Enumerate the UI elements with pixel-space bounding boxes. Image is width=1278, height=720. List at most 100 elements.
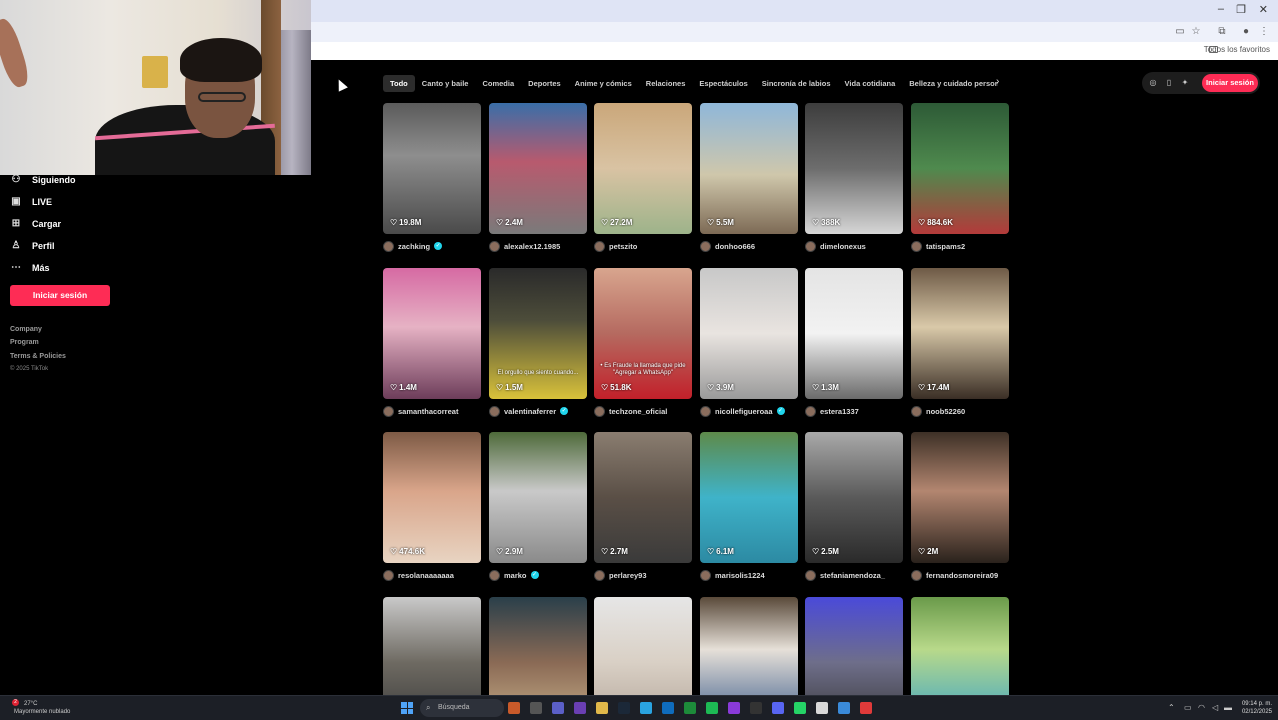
- avatar[interactable]: [700, 405, 711, 417]
- video-author[interactable]: nicollefigueroaa ✓: [700, 405, 785, 417]
- all-bookmarks-link[interactable]: Todos los favoritos: [1204, 45, 1270, 54]
- app-icon-2[interactable]: [530, 702, 542, 714]
- video-card[interactable]: ♡ 17.4M noob52260: [911, 268, 1009, 417]
- video-thumbnail[interactable]: ♡ 2M: [911, 432, 1009, 563]
- close-window-button[interactable]: ✕: [1259, 3, 1268, 16]
- bulb-icon[interactable]: ✦: [1180, 77, 1190, 89]
- username[interactable]: fernandosmoreira09: [926, 571, 998, 580]
- video-thumbnail[interactable]: ♡ 17.4M: [911, 268, 1009, 399]
- app-icon-8[interactable]: [750, 702, 762, 714]
- video-thumbnail[interactable]: ♡ 6.1M: [700, 432, 798, 563]
- video-thumbnail[interactable]: ♡ 474.6K: [383, 432, 481, 563]
- avatar[interactable]: [911, 569, 922, 581]
- battery-icon[interactable]: ▬: [1224, 703, 1232, 712]
- video-thumbnail[interactable]: [489, 597, 587, 695]
- video-thumbnail[interactable]: ♡ 27.2M: [594, 103, 692, 234]
- username[interactable]: dimelonexus: [820, 242, 866, 251]
- app-icon-9[interactable]: [816, 702, 828, 714]
- avatar[interactable]: [805, 569, 816, 581]
- username[interactable]: marisolis1224: [715, 571, 765, 580]
- tab-anime-comics[interactable]: Anime y cómics: [568, 75, 639, 92]
- video-author[interactable]: marisolis1224: [700, 569, 765, 581]
- video-card[interactable]: • Es Fraude la llamada que pide "Agregar…: [594, 268, 692, 417]
- discord-icon[interactable]: [772, 702, 784, 714]
- avatar[interactable]: [911, 405, 922, 417]
- sidebar-login-button[interactable]: Iniciar sesión: [10, 285, 110, 306]
- cast-icon[interactable]: ▭: [1174, 26, 1186, 38]
- avatar[interactable]: [383, 569, 394, 581]
- video-thumbnail[interactable]: ♡ 19.8M: [383, 103, 481, 234]
- video-card[interactable]: ♡ 388K dimelonexus: [805, 103, 903, 252]
- username[interactable]: valentinaferrer: [504, 407, 556, 416]
- avatar[interactable]: [594, 569, 605, 581]
- video-card[interactable]: ♡ 3.9M nicollefigueroaa ✓: [700, 268, 798, 417]
- profile-avatar-icon[interactable]: ●: [1240, 26, 1252, 38]
- username[interactable]: techzone_oficial: [609, 407, 667, 416]
- wifi-icon[interactable]: ◠: [1198, 703, 1205, 712]
- video-author[interactable]: zachking ✓: [383, 240, 443, 252]
- video-card[interactable]: ♡ 2M fernandosmoreira09: [911, 432, 1009, 581]
- video-card[interactable]: ♡ 884.6K tatispams2: [911, 103, 1009, 252]
- sidebar-item-more[interactable]: ⋯ Más: [10, 260, 50, 276]
- username[interactable]: donhoo666: [715, 242, 755, 251]
- video-author[interactable]: alexalex12.1985: [489, 240, 560, 252]
- video-thumbnail[interactable]: ♡ 884.6K: [911, 103, 1009, 234]
- file-explorer-icon[interactable]: [596, 702, 608, 714]
- video-thumbnail[interactable]: [383, 597, 481, 695]
- avatar[interactable]: [911, 240, 922, 252]
- video-card[interactable]: ♡ 6.1M marisolis1224: [700, 432, 798, 581]
- username[interactable]: perlarey93: [609, 571, 647, 580]
- video-thumbnail[interactable]: ♡ 2.7M: [594, 432, 692, 563]
- windows-start-icon[interactable]: [401, 702, 413, 714]
- footer-link-company[interactable]: Company: [10, 326, 42, 333]
- telegram-icon[interactable]: [640, 702, 652, 714]
- video-thumbnail[interactable]: • Es Fraude la llamada que pide "Agregar…: [594, 268, 692, 399]
- app-icon-7[interactable]: [728, 702, 740, 714]
- tab-lip-sync[interactable]: Sincronía de labios: [755, 75, 838, 92]
- video-card[interactable]: ♡ 5.5M donhoo666: [700, 103, 798, 252]
- app-icon-10[interactable]: [860, 702, 872, 714]
- video-author[interactable]: donhoo666: [700, 240, 755, 252]
- tab-shows[interactable]: Espectáculos: [692, 75, 754, 92]
- video-author[interactable]: marko ✓: [489, 569, 539, 581]
- star-icon[interactable]: ☆: [1190, 26, 1202, 38]
- minimize-button[interactable]: –: [1218, 3, 1224, 15]
- avatar[interactable]: [700, 569, 711, 581]
- coin-icon[interactable]: ◎: [1148, 77, 1158, 89]
- video-author[interactable]: samanthacorreat: [383, 405, 458, 417]
- extensions-icon[interactable]: ⧉: [1216, 26, 1228, 38]
- username[interactable]: marko: [504, 571, 527, 580]
- video-card[interactable]: [700, 597, 798, 695]
- video-card[interactable]: ♡ 2.7M perlarey93: [594, 432, 692, 581]
- video-author[interactable]: petszito: [594, 240, 637, 252]
- tray-chevron-icon[interactable]: ⌃: [1168, 703, 1175, 712]
- chrome-icon[interactable]: [838, 702, 850, 714]
- video-card[interactable]: [489, 597, 587, 695]
- avatar[interactable]: [489, 569, 500, 581]
- tab-sports[interactable]: Deportes: [521, 75, 568, 92]
- avatar[interactable]: [700, 240, 711, 252]
- sidebar-item-profile[interactable]: ♙ Perfil: [10, 238, 55, 254]
- browser-address-bar[interactable]: ▭ ☆ ⧉ ● ⋮: [311, 22, 1278, 42]
- video-card[interactable]: ♡ 1.3M estera1337: [805, 268, 903, 417]
- video-card[interactable]: ♡ 27.2M petszito: [594, 103, 692, 252]
- restore-button[interactable]: ❐: [1236, 3, 1246, 16]
- username[interactable]: nicollefigueroaa: [715, 407, 773, 416]
- video-thumbnail[interactable]: ♡ 5.5M: [700, 103, 798, 234]
- sidebar-item-live[interactable]: ▣ LIVE: [10, 194, 52, 210]
- tab-relationships[interactable]: Relaciones: [639, 75, 693, 92]
- video-author[interactable]: fernandosmoreira09: [911, 569, 998, 581]
- video-thumbnail[interactable]: ♡ 2.4M: [489, 103, 587, 234]
- tab-all[interactable]: Todo: [383, 74, 415, 92]
- username[interactable]: alexalex12.1985: [504, 242, 560, 251]
- taskbar-search[interactable]: ⌕ Búsqueda: [420, 699, 504, 717]
- app-icon-5[interactable]: [662, 702, 674, 714]
- video-thumbnail[interactable]: ♡ 1.3M: [805, 268, 903, 399]
- video-thumbnail[interactable]: ♡ 1.4M: [383, 268, 481, 399]
- phone-icon[interactable]: ▯: [1164, 77, 1174, 89]
- tab-singing-dancing[interactable]: Canto y baile: [415, 75, 476, 92]
- video-card[interactable]: ♡ 2.4M alexalex12.1985: [489, 103, 587, 252]
- video-card[interactable]: [805, 597, 903, 695]
- video-card[interactable]: ♡ 2.9M marko ✓: [489, 432, 587, 581]
- app-icon-4[interactable]: [574, 702, 586, 714]
